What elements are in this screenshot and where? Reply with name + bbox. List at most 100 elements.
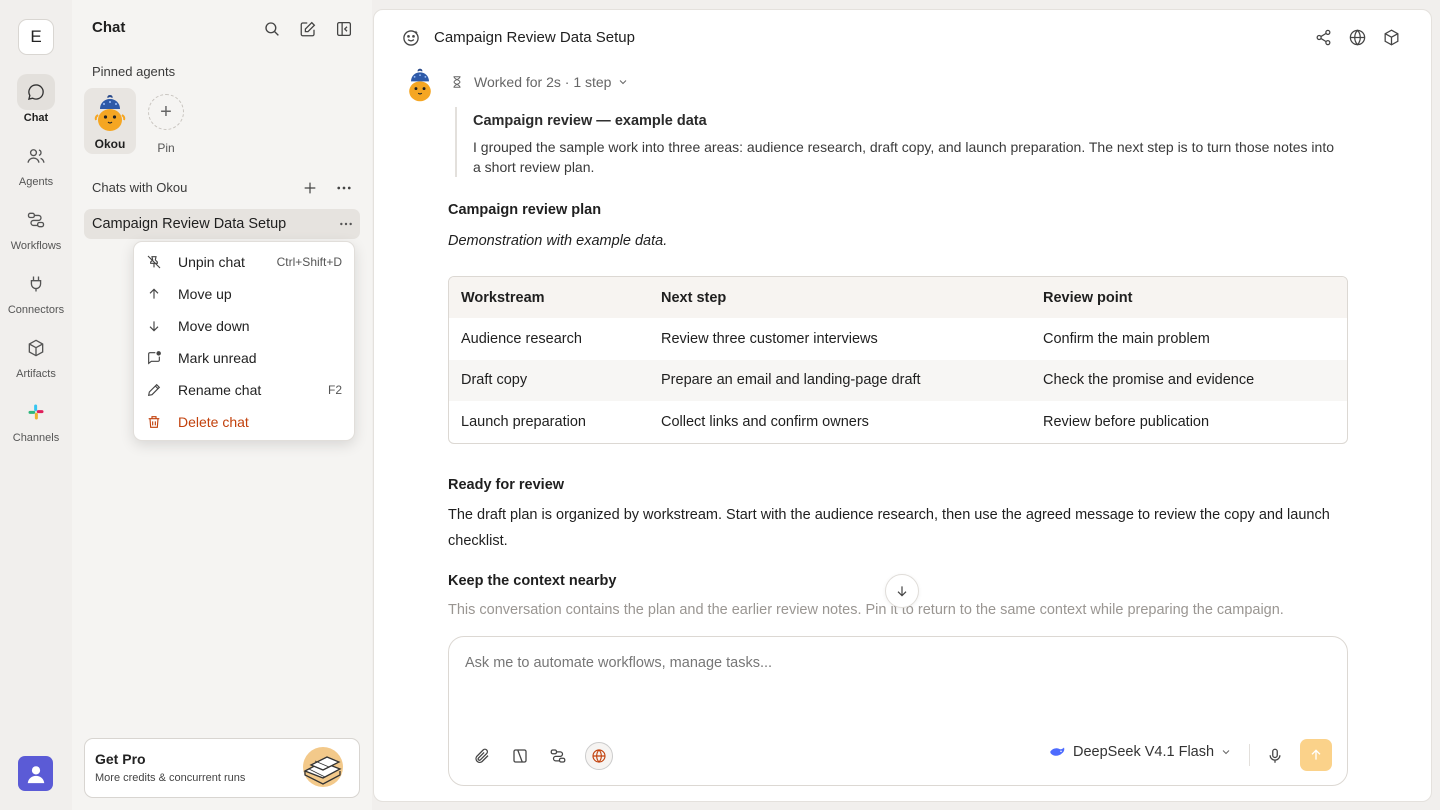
publish-web-button[interactable] (1348, 28, 1367, 47)
slack-icon (17, 394, 55, 430)
rail-label: Connectors (7, 304, 65, 316)
cube-icon (1384, 29, 1399, 46)
chats-more-button[interactable] (332, 176, 356, 200)
trash-icon (146, 414, 162, 430)
pin-label: Pin (157, 141, 175, 155)
plan-heading: Campaign review plan (448, 202, 602, 218)
paperclip-icon (475, 748, 489, 763)
ready-heading: Ready for review (448, 477, 565, 493)
plan-note: Demonstration with example data. (448, 233, 668, 249)
user-avatar[interactable] (18, 756, 53, 791)
table-header-cell: Next step (661, 289, 727, 306)
table-cell: Check the promise and evidence (1043, 372, 1255, 389)
get-pro-card[interactable]: Get Pro More credits & concurrent runs (84, 738, 360, 798)
share-icon (1316, 29, 1331, 46)
sidebar-title: Chat (92, 19, 126, 36)
context-heading: Keep the context nearby (448, 573, 617, 589)
plug-icon (17, 266, 55, 302)
search-icon (265, 22, 279, 36)
globe-icon (1349, 29, 1366, 46)
menu-item-label: Move up (178, 286, 232, 302)
web-search-toggle[interactable] (585, 742, 613, 770)
table-cell: Prepare an email and landing-page draft (661, 372, 921, 389)
pinned-agents-label: Pinned agents (92, 64, 176, 79)
rail-item-connectors[interactable]: Connectors (0, 266, 72, 316)
ready-body: The draft plan is organized by workstrea… (448, 507, 1330, 549)
table-cell: Review before publication (1043, 413, 1210, 430)
user-icon (27, 765, 44, 783)
model-selector[interactable]: DeepSeek V4.1 Flash (1049, 744, 1232, 760)
menu-item-unpin-chat[interactable]: Unpin chat Ctrl+Shift+D (134, 246, 354, 278)
menu-item-mark-unread[interactable]: Mark unread (134, 342, 354, 374)
table-cell: Confirm the main problem (1043, 330, 1210, 347)
menu-item-move-up[interactable]: Move up (134, 278, 354, 310)
chevron-down-icon (620, 80, 627, 85)
rail-item-agents[interactable]: Agents (0, 138, 72, 188)
menu-item-move-down[interactable]: Move down (134, 310, 354, 342)
share-button[interactable] (1314, 28, 1333, 47)
search-button[interactable] (260, 17, 284, 41)
step-summary-body: I grouped the sample work into three are… (473, 139, 1334, 175)
model-name: DeepSeek V4.1 Flash (1073, 744, 1215, 760)
add-chat-button[interactable] (298, 176, 322, 200)
table-row: Launch preparation Collect links and con… (449, 401, 1347, 443)
table-cell: Collect links and confirm owners (661, 413, 869, 430)
menu-item-delete-chat[interactable]: Delete chat (134, 406, 354, 438)
chat-item-more-button[interactable] (338, 216, 354, 232)
menu-item-shortcut: F2 (327, 383, 342, 397)
mark-unread-icon (146, 350, 162, 366)
plus-icon: + (148, 94, 184, 130)
artifacts-button[interactable] (1382, 28, 1401, 47)
more-horizontal-icon (340, 222, 352, 226)
cube-icon (17, 330, 55, 366)
composer-divider (1249, 744, 1250, 766)
attach-button[interactable] (468, 742, 496, 770)
users-icon (17, 138, 55, 174)
credits-illustration-icon (299, 745, 345, 789)
worked-status-toggle[interactable]: Worked for 2s · 1 step (450, 74, 629, 90)
plus-icon (304, 182, 316, 194)
app-rail: E Chat Agents Workflows Connectors Artif… (0, 0, 72, 810)
chat-item-campaign-review[interactable]: Campaign Review Data Setup (84, 209, 360, 239)
send-button[interactable] (1300, 739, 1332, 771)
agent-name: Okou (94, 137, 126, 151)
chat-title: Campaign Review Data Setup (434, 29, 635, 46)
pin-agent-button[interactable]: + Pin (148, 88, 184, 155)
arrow-down-icon (897, 586, 907, 597)
rail-label: Workflows (10, 240, 62, 252)
rail-label: Channels (12, 432, 60, 444)
sidebar-collapse-icon (336, 21, 352, 37)
okou-avatar-icon (94, 95, 126, 131)
menu-item-label: Rename chat (178, 382, 262, 398)
rail-label: Agents (18, 176, 54, 188)
menu-item-rename-chat[interactable]: Rename chat F2 (134, 374, 354, 406)
okou-message-avatar (404, 67, 436, 103)
rail-item-chat[interactable]: Chat (0, 74, 72, 124)
table-cell: Review three customer interviews (661, 330, 878, 347)
new-chat-button[interactable] (296, 17, 320, 41)
rail-label: Chat (23, 112, 49, 124)
rail-item-workflows[interactable]: Workflows (0, 202, 72, 252)
deepseek-logo-icon (1050, 747, 1065, 756)
rail-item-artifacts[interactable]: Artifacts (0, 330, 72, 380)
message-input[interactable] (465, 655, 1325, 671)
workspace-letter: E (30, 27, 42, 46)
step-summary-title: Campaign review — example data (473, 113, 707, 129)
pinned-agent-okou[interactable]: Okou (84, 88, 136, 154)
workspace-switcher[interactable]: E (18, 19, 54, 55)
message-composer: DeepSeek V4.1 Flash (448, 636, 1348, 786)
skills-button[interactable] (506, 742, 534, 770)
arrow-down-icon (146, 318, 162, 334)
scroll-to-bottom-button[interactable] (885, 574, 919, 608)
collapse-sidebar-button[interactable] (332, 17, 356, 41)
arrow-up-icon (1311, 749, 1321, 760)
okou-avatar-icon (409, 68, 431, 102)
workflow-button[interactable] (544, 742, 572, 770)
worked-status-text: Worked for 2s · 1 step (474, 74, 612, 90)
rail-label: Artifacts (16, 368, 56, 380)
rail-item-channels[interactable]: Channels (0, 394, 72, 444)
hourglass-icon (453, 76, 461, 88)
voice-input-button[interactable] (1261, 742, 1289, 770)
table-row: Audience research Review three customer … (449, 318, 1347, 360)
globe-icon (592, 749, 606, 763)
